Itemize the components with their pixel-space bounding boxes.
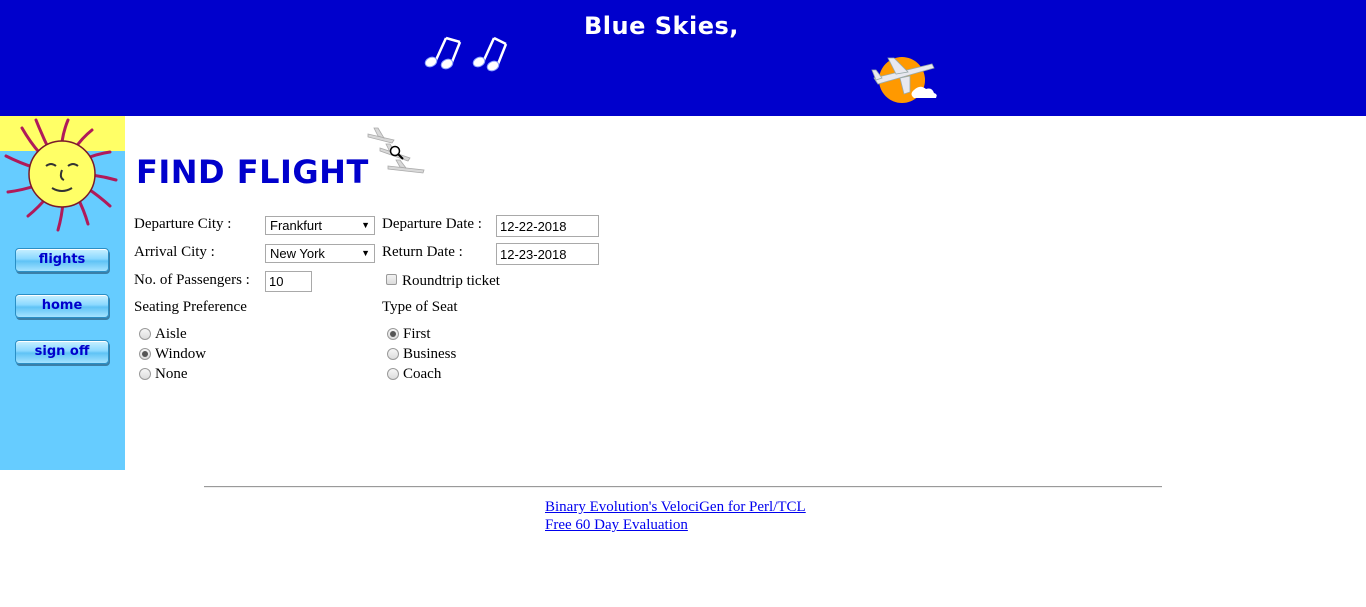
seating-aisle-label: Aisle [155,326,187,342]
seating-none-radio[interactable] [139,368,151,380]
passengers-input[interactable] [265,271,312,292]
return-date-input[interactable] [496,243,599,265]
seat-coach-radio[interactable] [387,368,399,380]
arrival-city-label: Arrival City : [134,244,215,260]
seating-aisle-radio[interactable] [139,328,151,340]
seat-business-radio[interactable] [387,348,399,360]
seat-business-label: Business [403,346,457,362]
velocigen-link[interactable]: Binary Evolution's VelociGen for Perl/TC… [545,499,806,516]
header-banner: Blue Skies, [0,0,1366,116]
arrival-city-value: New York [270,246,325,261]
sun-face-icon [0,116,125,232]
passengers-label: No. of Passengers : [134,272,250,288]
departure-date-label: Departure Date : [382,216,482,232]
seating-none-label: None [155,366,188,382]
arrival-city-select[interactable]: New York ▼ [265,244,375,263]
departure-city-value: Frankfurt [270,218,323,233]
airplane-sun-icon [871,57,937,103]
departure-date-input[interactable] [496,215,599,237]
seating-preference-label: Seating Preference [134,299,247,315]
seat-first-label: First [403,326,431,342]
return-date-label: Return Date : [382,244,463,260]
music-notes-icon [424,36,508,72]
search-planes-icon [367,127,425,174]
dropdown-arrow-icon: ▼ [361,220,370,230]
footer-divider [204,486,1162,488]
sidebar: flights home sign off [0,116,125,470]
seat-type-label: Type of Seat [382,299,458,315]
home-button[interactable]: home [15,294,109,318]
departure-city-select[interactable]: Frankfurt ▼ [265,216,375,235]
seating-window-label: Window [155,346,207,362]
flights-button[interactable]: flights [15,248,109,272]
site-title: Blue Skies, [584,12,739,40]
page-title: FIND FLIGHT [136,153,369,191]
roundtrip-label: Roundtrip ticket [402,273,500,289]
roundtrip-checkbox[interactable] [386,274,397,285]
seat-first-radio[interactable] [387,328,399,340]
sign-off-button[interactable]: sign off [15,340,109,364]
evaluation-link[interactable]: Free 60 Day Evaluation [545,517,688,534]
seating-window-radio[interactable] [139,348,151,360]
dropdown-arrow-icon: ▼ [361,248,370,258]
departure-city-label: Departure City : [134,216,232,232]
seat-coach-label: Coach [403,366,442,382]
